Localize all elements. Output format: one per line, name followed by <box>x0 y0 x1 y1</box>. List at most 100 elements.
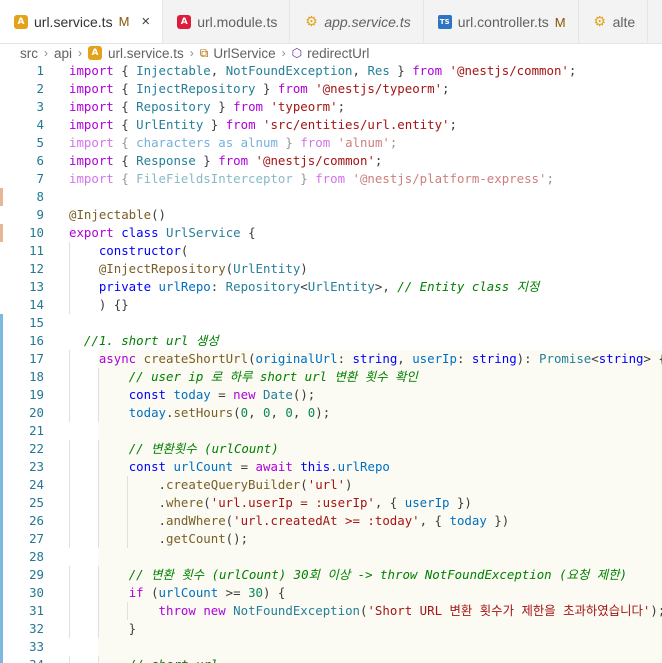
code-text: @Injectable() <box>69 207 166 222</box>
close-icon[interactable]: × <box>141 13 150 30</box>
line-number: 23 <box>29 459 44 474</box>
tab-url-service-ts[interactable]: Aurl.service.ts M × <box>0 0 164 43</box>
line-number: 6 <box>36 153 44 168</box>
chevron-right-icon: › <box>78 46 83 60</box>
code-line: 20 today.setHours(0, 0, 0, 0); <box>0 404 662 422</box>
code-line: 33 <box>0 638 662 656</box>
angular-service-icon: A <box>88 46 103 60</box>
line-number: 33 <box>29 639 44 654</box>
chevron-right-icon: › <box>281 46 286 60</box>
code-line: 29 // 변환 횟수 (urlCount) 30회 이상 -> throw N… <box>0 566 662 584</box>
line-number: 27 <box>29 531 44 546</box>
added-line-marker <box>0 332 3 350</box>
angular-module-icon: A <box>177 15 192 29</box>
modified-badge: M <box>554 14 566 30</box>
added-line-marker <box>0 602 3 620</box>
code-line: 11 constructor( <box>0 242 662 260</box>
code-line: 12 @InjectRepository(UrlEntity) <box>0 260 662 278</box>
editor-tab-bar: Aurl.service.ts M × Aurl.module.ts ⚙ app.serv… <box>0 0 662 44</box>
modified-line-marker <box>0 188 3 206</box>
code-text: today.setHours(0, 0, 0, 0); <box>128 405 331 420</box>
breadcrumb-item[interactable]: src <box>20 46 38 61</box>
line-number: 2 <box>36 81 44 96</box>
code-line: 27 .getCount(); <box>0 530 662 548</box>
tab-url-module-ts[interactable]: Aurl.module.ts <box>163 0 291 43</box>
line-number: 24 <box>29 477 44 492</box>
method-symbol-icon: ⬡ <box>291 46 303 60</box>
code-line: 21 <box>0 422 662 440</box>
code-text: const urlCount = await this.urlRepo <box>128 459 390 474</box>
added-line-marker <box>0 494 3 512</box>
code-line: 6 import { Response } from '@nestjs/commo… <box>0 152 662 170</box>
code-text: // short url <box>69 656 219 663</box>
line-number: 11 <box>29 243 44 258</box>
tab-app-service-ts[interactable]: ⚙ app.service.ts <box>290 0 424 43</box>
code-text: .createQueryBuilder('url') <box>69 477 353 492</box>
code-text: async createShortUrl(originalUrl: string… <box>98 351 662 366</box>
code-line: 18 // user ip 로 하루 short url 변환 횟수 확인 <box>0 368 662 386</box>
added-line-marker <box>0 620 3 638</box>
line-number: 14 <box>29 297 44 312</box>
code-text: import { characters as alnum } from 'aln… <box>69 135 398 150</box>
added-line-marker <box>0 638 3 656</box>
code-text: constructor( <box>98 243 189 258</box>
added-line-marker <box>0 368 3 386</box>
breadcrumb-item[interactable]: api <box>54 46 72 61</box>
code-line: 32 } <box>0 620 662 638</box>
code-line: 8 <box>0 188 662 206</box>
line-number: 28 <box>29 549 44 564</box>
code-line: 9 @Injectable() <box>0 206 662 224</box>
code-text: import { Repository } from 'typeorm'; <box>69 99 346 114</box>
added-line-marker <box>0 548 3 566</box>
added-line-marker <box>0 584 3 602</box>
code-text: //1. short url 생성 <box>83 333 219 348</box>
added-line-marker <box>0 314 3 332</box>
line-number: 32 <box>29 621 44 636</box>
code-text: const today = new Date(); <box>128 387 316 402</box>
chevron-right-icon: › <box>44 46 48 60</box>
code-line: 13 private urlRepo: Repository<UrlEntity… <box>0 278 662 296</box>
breadcrumb-item[interactable]: url.service.ts <box>108 46 184 61</box>
gear-icon: ⚙ <box>305 14 318 30</box>
code-text: import { Injectable, NotFoundException, … <box>69 63 577 78</box>
line-number: 25 <box>29 495 44 510</box>
line-number: 31 <box>29 603 44 618</box>
code-line: 4 import { UrlEntity } from 'src/entities… <box>0 116 662 134</box>
line-number: 8 <box>36 189 44 204</box>
line-number: 30 <box>29 585 44 600</box>
breadcrumb: src › api › Aurl.service.ts › ⧉ UrlService › ⬡ red… <box>0 44 662 62</box>
code-text: import { FileFieldsInterceptor } from '@… <box>69 171 554 186</box>
line-number: 9 <box>36 207 44 222</box>
line-number: 21 <box>29 423 44 438</box>
added-line-marker <box>0 386 3 404</box>
tab-alte[interactable]: ⚙ alte <box>579 0 649 43</box>
line-number: 7 <box>36 171 44 186</box>
line-number: 20 <box>29 405 44 420</box>
breadcrumb-item[interactable]: redirectUrl <box>307 46 369 61</box>
code-line: 26 .andWhere('url.createdAt >= :today', … <box>0 512 662 530</box>
code-text: // 변환횟수 (urlCount) <box>128 441 279 456</box>
code-text: private urlRepo: Repository<UrlEntity>, … <box>98 279 540 294</box>
code-line: 3 import { Repository } from 'typeorm'; <box>0 98 662 116</box>
code-line: 30 if (urlCount >= 30) { <box>0 584 662 602</box>
line-number: 19 <box>29 387 44 402</box>
code-text: throw new NotFoundException('Short URL 변… <box>158 603 662 618</box>
code-editor[interactable]: 1 import { Injectable, NotFoundException,… <box>0 62 662 663</box>
breadcrumb-item[interactable]: UrlService <box>213 46 275 61</box>
code-line: 10 export class UrlService { <box>0 224 662 242</box>
code-line: 22 // 변환횟수 (urlCount) <box>0 440 662 458</box>
added-line-marker <box>0 422 3 440</box>
tab-label: alte <box>612 14 636 30</box>
code-text: // user ip 로 하루 short url 변환 횟수 확인 <box>128 369 418 384</box>
code-text: .where('url.userIp = :userIp', { userIp … <box>69 495 472 510</box>
line-number: 10 <box>29 225 44 240</box>
line-number: 29 <box>29 567 44 582</box>
angular-service-icon: A <box>14 14 28 29</box>
code-text: ) {} <box>69 297 129 312</box>
gear-icon: ⚙ <box>593 14 606 30</box>
tab-label: app.service.ts <box>324 14 411 30</box>
line-number: 16 <box>29 333 44 348</box>
tab-url-controller-ts[interactable]: TS url.controller.ts M <box>424 0 579 43</box>
added-line-marker <box>0 350 3 368</box>
typescript-icon: TS <box>437 15 452 29</box>
